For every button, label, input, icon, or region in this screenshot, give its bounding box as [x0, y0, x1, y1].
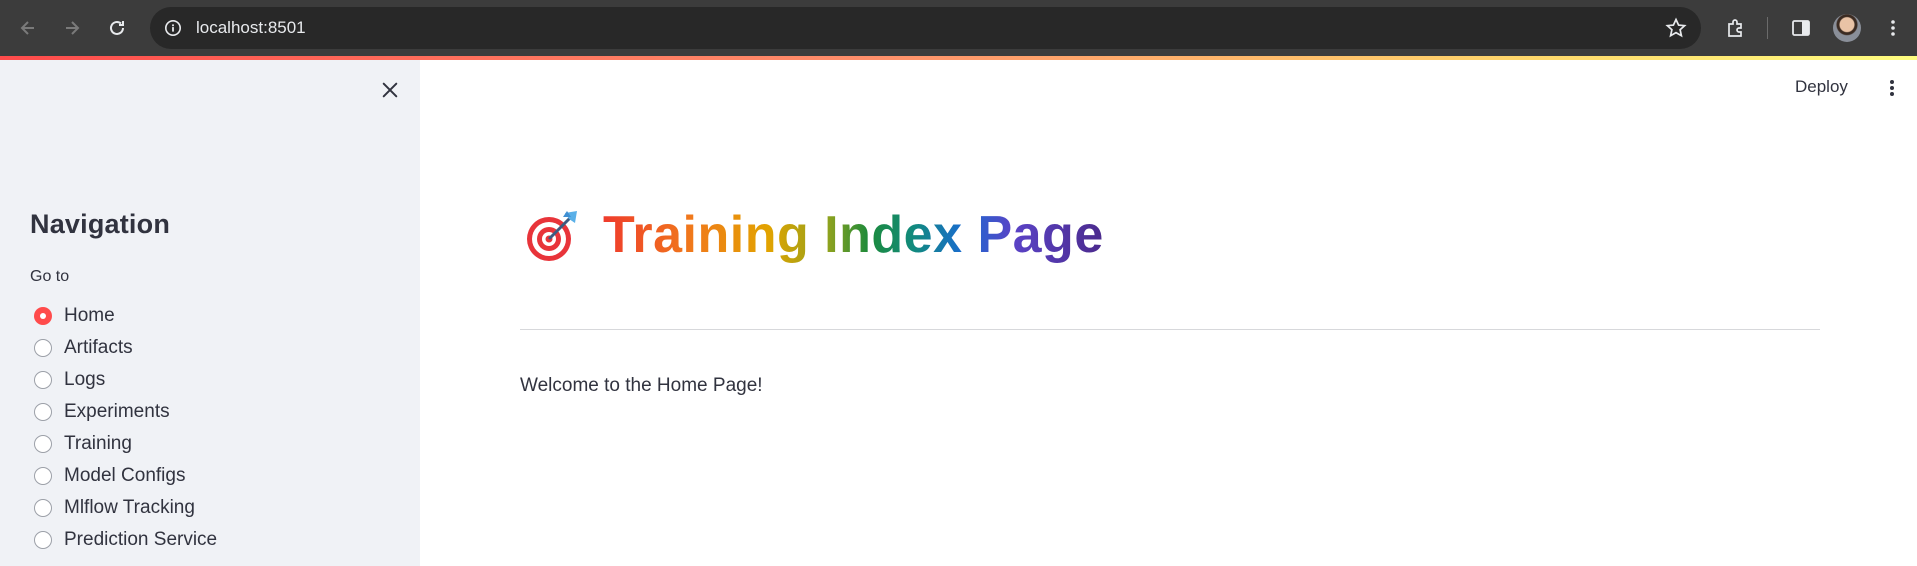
radio-option-label: Mlflow Tracking: [64, 497, 195, 518]
radio-option-label: Training: [64, 433, 132, 454]
radio-option-model-configs[interactable]: Model Configs: [30, 460, 217, 492]
back-button[interactable]: [12, 12, 44, 44]
page-title-text: Training Index Page: [603, 206, 1104, 264]
radio-option-logs[interactable]: Logs: [30, 364, 217, 396]
direct-hit-icon: [527, 211, 577, 261]
site-info-icon[interactable]: [162, 17, 184, 39]
radio-option-label: Artifacts: [64, 337, 133, 358]
radio-option-label: Model Configs: [64, 465, 186, 486]
radio-option-label: Experiments: [64, 401, 170, 422]
toolbar-divider: [1767, 17, 1768, 39]
radio-option-artifacts[interactable]: Artifacts: [30, 332, 217, 364]
sidebar: Navigation Go to Home Artifacts Logs Exp…: [0, 60, 420, 566]
bookmark-star-icon[interactable]: [1665, 17, 1687, 39]
radio-button[interactable]: [34, 371, 52, 389]
radio-option-label: Prediction Service: [64, 529, 218, 550]
extensions-icon[interactable]: [1721, 13, 1751, 43]
forward-button[interactable]: [56, 12, 88, 44]
radio-option-training[interactable]: Training: [30, 428, 217, 460]
deploy-button[interactable]: Deploy: [1795, 77, 1848, 97]
radio-option-prediction-service[interactable]: Prediction Service: [30, 524, 217, 556]
radio-group-label: Go to: [30, 268, 70, 285]
radio-button[interactable]: [34, 531, 52, 549]
radio-button[interactable]: [34, 499, 52, 517]
radio-button[interactable]: [34, 403, 52, 421]
radio-option-label: Home: [64, 305, 115, 326]
page-title: Training Index Page: [525, 205, 1104, 265]
back-icon: [20, 21, 34, 35]
url-text[interactable]: localhost:8501: [196, 18, 306, 38]
forward-icon: [66, 21, 80, 35]
radio-button-selected[interactable]: [34, 307, 52, 325]
radio-option-experiments[interactable]: Experiments: [30, 396, 217, 428]
radio-button[interactable]: [34, 435, 52, 453]
radio-option-mlflow-tracking[interactable]: Mlflow Tracking: [30, 492, 217, 524]
sidebar-title: Navigation: [30, 209, 171, 239]
title-divider: [520, 329, 1820, 330]
radio-button[interactable]: [34, 339, 52, 357]
side-panel-icon[interactable]: [1786, 13, 1816, 43]
welcome-text: Welcome to the Home Page!: [520, 375, 763, 396]
close-sidebar-button[interactable]: [378, 78, 402, 102]
close-icon: [382, 82, 398, 98]
kebab-menu-icon: [1890, 80, 1894, 96]
address-bar[interactable]: localhost:8501: [150, 7, 1701, 49]
profile-avatar[interactable]: [1833, 14, 1861, 42]
radio-button[interactable]: [34, 467, 52, 485]
radio-option-label: Logs: [64, 369, 106, 390]
radio-option-home[interactable]: Home: [30, 300, 217, 332]
navigation-radio-group: Home Artifacts Logs Experiments Training…: [30, 300, 217, 556]
browser-toolbar: localhost:8501: [0, 0, 1917, 56]
reload-icon: [110, 20, 124, 35]
main-menu-button[interactable]: [1880, 76, 1904, 100]
menu-icon[interactable]: [1878, 13, 1908, 43]
reload-button[interactable]: [101, 12, 133, 44]
